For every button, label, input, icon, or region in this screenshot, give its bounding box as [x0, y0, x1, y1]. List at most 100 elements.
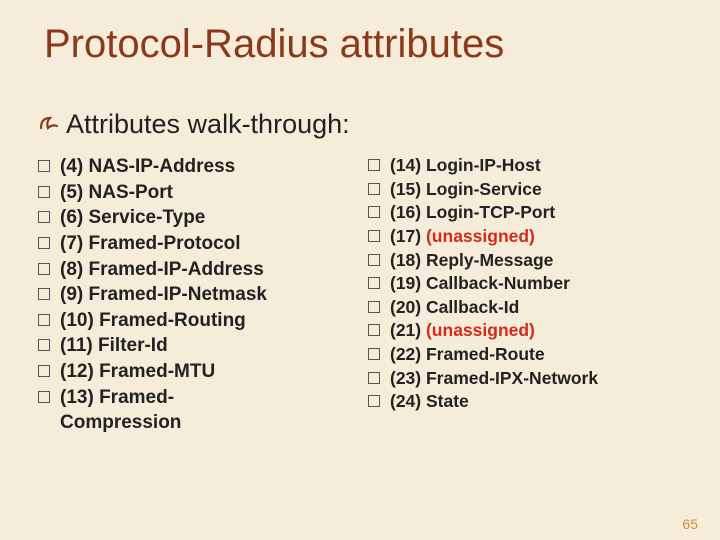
checkbox-icon [38, 186, 50, 198]
item-text: (16) Login-TCP-Port [390, 201, 555, 225]
list-item: (7) Framed-Protocol [38, 231, 368, 257]
list-item: (16) Login-TCP-Port [368, 201, 698, 225]
list-item: (14) Login-IP-Host [368, 154, 698, 178]
item-label: State [426, 391, 469, 411]
item-text: (11) Filter-Id [60, 333, 168, 359]
item-label: Framed-IP-Address [89, 259, 264, 280]
item-text: (23) Framed-IPX-Network [390, 367, 598, 391]
checkbox-icon [368, 324, 380, 336]
list-item: (6) Service-Type [38, 205, 368, 231]
item-text: (21) (unassigned) [390, 319, 535, 343]
list-item: (10) Framed-Routing [38, 308, 368, 334]
item-text: (13) Framed- Compression [60, 385, 181, 436]
item-text: (18) Reply-Message [390, 249, 553, 273]
checkbox-icon [38, 237, 50, 249]
checkbox-icon [368, 277, 380, 289]
checkbox-icon [38, 391, 50, 403]
item-label: NAS-IP-Address [89, 156, 236, 177]
item-number: (4) [60, 156, 89, 177]
item-text: (17) (unassigned) [390, 225, 535, 249]
list-item: (9) Framed-IP-Netmask [38, 282, 368, 308]
item-text: (10) Framed-Routing [60, 308, 246, 334]
item-text: (7) Framed-Protocol [60, 231, 241, 257]
item-number: (7) [60, 233, 89, 254]
slide-title: Protocol-Radius attributes [0, 0, 720, 67]
checkbox-icon [38, 160, 50, 172]
item-label: Framed-Route [426, 344, 545, 364]
list-item: (12) Framed-MTU [38, 359, 368, 385]
checkbox-icon [368, 230, 380, 242]
item-label: Framed-Routing [99, 310, 246, 331]
item-number: (21) [390, 320, 426, 340]
list-item: (11) Filter-Id [38, 333, 368, 359]
item-number: (23) [390, 368, 426, 388]
item-number: (16) [390, 202, 426, 222]
item-label: Framed-IPX-Network [426, 368, 598, 388]
list-item: (20) Callback-Id [368, 296, 698, 320]
attribute-columns: (4) NAS-IP-Address (5) NAS-Port(6) Servic… [0, 140, 720, 436]
item-number: (10) [60, 310, 99, 331]
item-label: (unassigned) [426, 320, 535, 340]
list-item: (19) Callback-Number [368, 272, 698, 296]
item-number: (15) [390, 179, 426, 199]
item-number: (20) [390, 297, 426, 317]
page-number: 65 [682, 516, 698, 532]
item-label: Framed-Protocol [89, 233, 241, 254]
checkbox-icon [368, 395, 380, 407]
subtitle-text: Attributes walk-through: [66, 109, 350, 140]
item-label: Reply-Message [426, 250, 553, 270]
item-label: Service-Type [89, 207, 206, 228]
item-number: (22) [390, 344, 426, 364]
right-column: (14) Login-IP-Host(15) Login-Service(16)… [368, 154, 698, 436]
item-number: (14) [390, 155, 426, 175]
item-text: (19) Callback-Number [390, 272, 570, 296]
item-label: NAS-Port [89, 182, 173, 203]
item-number: (6) [60, 207, 89, 228]
list-item: (21) (unassigned) [368, 319, 698, 343]
item-number: (8) [60, 259, 89, 280]
list-item: (18) Reply-Message [368, 249, 698, 273]
checkbox-icon [368, 159, 380, 171]
checkbox-icon [368, 348, 380, 360]
item-text: (5) NAS-Port [60, 180, 173, 206]
bullet-icon [38, 112, 60, 139]
item-text: (14) Login-IP-Host [390, 154, 541, 178]
item-label: (unassigned) [426, 226, 535, 246]
checkbox-icon [368, 254, 380, 266]
item-text: (24) State [390, 390, 469, 414]
item-number: (19) [390, 273, 426, 293]
item-label: Callback-Id [426, 297, 519, 317]
item-label: Login-IP-Host [426, 155, 541, 175]
list-item: (23) Framed-IPX-Network [368, 367, 698, 391]
list-item: (22) Framed-Route [368, 343, 698, 367]
item-label: Login-TCP-Port [426, 202, 555, 222]
checkbox-icon [368, 206, 380, 218]
checkbox-icon [368, 372, 380, 384]
item-text: (6) Service-Type [60, 205, 205, 231]
checkbox-icon [368, 183, 380, 195]
list-item: (8) Framed-IP-Address [38, 257, 368, 283]
item-number: (18) [390, 250, 426, 270]
item-number: (12) [60, 361, 99, 382]
checkbox-icon [38, 211, 50, 223]
item-label: Framed-IP-Netmask [89, 284, 267, 305]
checkbox-icon [38, 365, 50, 377]
list-item: (17) (unassigned) [368, 225, 698, 249]
checkbox-icon [38, 339, 50, 351]
item-label: Callback-Number [426, 273, 570, 293]
item-label: Filter-Id [98, 335, 168, 356]
item-text: (12) Framed-MTU [60, 359, 215, 385]
left-column: (4) NAS-IP-Address (5) NAS-Port(6) Servic… [38, 154, 368, 436]
checkbox-icon [368, 301, 380, 313]
list-item: (5) NAS-Port [38, 180, 368, 206]
item-text: (20) Callback-Id [390, 296, 519, 320]
item-label: Framed-MTU [99, 361, 215, 382]
checkbox-icon [38, 314, 50, 326]
list-item: (15) Login-Service [368, 178, 698, 202]
item-number: (11) [60, 335, 98, 356]
checkbox-icon [38, 263, 50, 275]
item-text: (15) Login-Service [390, 178, 542, 202]
checkbox-icon [38, 288, 50, 300]
list-item: (24) State [368, 390, 698, 414]
item-number: (13) [60, 387, 99, 408]
